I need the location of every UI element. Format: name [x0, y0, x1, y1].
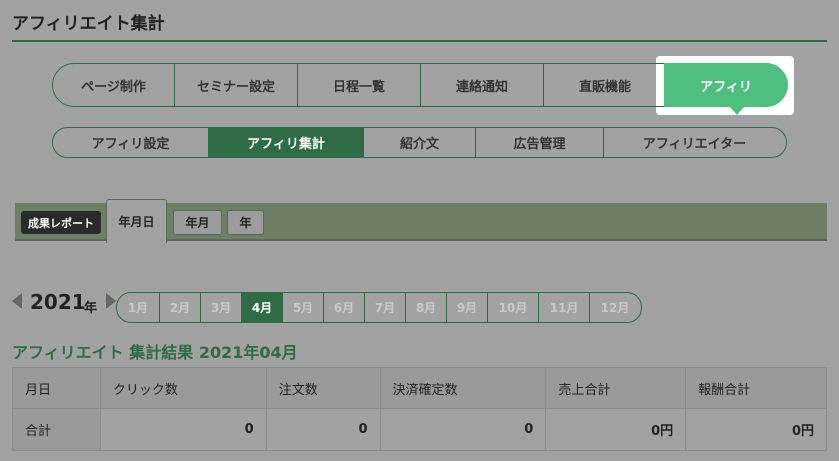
month-11[interactable]: 11月: [539, 293, 590, 322]
month-3[interactable]: 3月: [201, 293, 242, 322]
column-header-orders: 注文数: [265, 367, 381, 409]
month-8[interactable]: 8月: [406, 293, 447, 322]
result-title: アフィリエイト 集計結果 2021年04月: [12, 343, 298, 362]
month-2[interactable]: 2月: [160, 293, 201, 322]
cell-orders: 0: [265, 408, 381, 451]
sub-nav-affiliators[interactable]: アフィリエイター: [604, 128, 785, 157]
sub-nav-affiliate-summary[interactable]: アフィリ集計: [209, 128, 364, 157]
row-label-total: 合計: [12, 408, 101, 451]
column-header-reward: 報酬合計: [685, 367, 827, 409]
nav-item-notifications[interactable]: 連絡通知: [421, 64, 544, 106]
nav-item-schedule-list[interactable]: 日程一覧: [298, 64, 421, 106]
nav-item-seminar-settings[interactable]: セミナー設定: [175, 64, 298, 106]
next-year-icon[interactable]: [106, 293, 116, 309]
sub-nav-ad-management[interactable]: 広告管理: [476, 128, 604, 157]
previous-year-icon[interactable]: [12, 293, 22, 309]
sub-nav-affiliate-settings[interactable]: アフィリ設定: [53, 128, 209, 157]
cell-clicks: 0: [99, 408, 267, 451]
report-label: 成果レポート: [21, 211, 101, 234]
tab-monthly[interactable]: 年月: [173, 210, 222, 235]
results-table: 月日 クリック数 注文数 決済確定数 売上合計 報酬合計 合計 0 0 0 0円…: [12, 367, 827, 451]
nav-item-affiliate[interactable]: アフィリ: [664, 63, 788, 107]
month-1[interactable]: 1月: [117, 293, 160, 322]
month-4[interactable]: 4月: [242, 293, 283, 322]
month-10[interactable]: 10月: [488, 293, 539, 322]
column-header-clicks: クリック数: [99, 367, 267, 409]
tab-daily[interactable]: 年月日: [106, 199, 167, 243]
month-9[interactable]: 9月: [447, 293, 488, 322]
month-7[interactable]: 7月: [365, 293, 406, 322]
month-12[interactable]: 12月: [590, 293, 640, 322]
month-selector: 1月 2月 3月 4月 5月 6月 7月 8月 9月 10月 11月 12月: [116, 292, 642, 323]
cell-confirmed: 0: [379, 408, 547, 451]
table-header-row: 月日 クリック数 注文数 決済確定数 売上合計 報酬合計: [12, 367, 827, 409]
sub-nav-introduction[interactable]: 紹介文: [364, 128, 476, 157]
column-header-date: 月日: [12, 367, 101, 409]
nav-item-direct-sales[interactable]: 直販機能: [544, 64, 666, 106]
page-title: アフィリエイト集計: [12, 14, 165, 34]
active-nav-pointer: [729, 106, 745, 115]
year-value: 2021: [30, 290, 86, 314]
month-6[interactable]: 6月: [324, 293, 365, 322]
table-row: 合計 0 0 0 0円 0円: [12, 408, 827, 451]
month-5[interactable]: 5月: [283, 293, 324, 322]
cell-reward: 0円: [685, 408, 827, 451]
column-header-confirmed: 決済確定数: [379, 367, 547, 409]
cell-sales: 0円: [545, 408, 687, 451]
title-divider: [12, 40, 827, 42]
year-suffix: 年: [84, 301, 98, 316]
nav-item-page-creation[interactable]: ページ制作: [53, 64, 175, 106]
sub-nav: アフィリ設定 アフィリ集計 紹介文 広告管理 アフィリエイター: [52, 127, 787, 158]
column-header-sales: 売上合計: [545, 367, 687, 409]
tab-yearly[interactable]: 年: [227, 210, 264, 235]
